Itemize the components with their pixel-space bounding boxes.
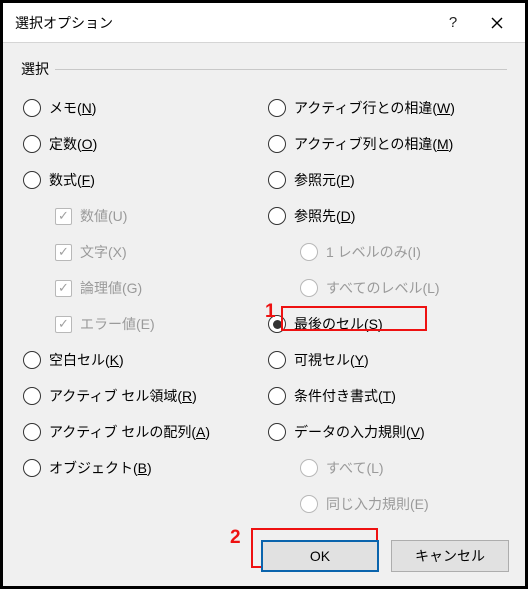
radio-icon [268,135,286,153]
radio-depdst[interactable]: 参照先(D) [266,199,507,233]
ok-button[interactable]: OK [261,540,379,572]
label-condfmt: 条件付き書式(T) [294,386,396,406]
radio-icon [268,99,286,117]
check-num: 数値(U) [21,199,262,233]
content: 選択 メモ(N) 定数(O) 数式(F) [3,43,525,521]
radio-icon [23,387,41,405]
help-button[interactable]: ? [431,4,475,42]
label-object: オブジェクト(B) [49,458,152,478]
radio-icon [23,351,41,369]
check-logic: 論理値(G) [21,271,262,305]
label-same: 同じ入力規則(E) [326,494,429,514]
label-error: エラー値(E) [80,314,155,334]
close-icon [491,17,503,29]
radio-icon [300,279,318,297]
radio-condfmt[interactable]: 条件付き書式(T) [266,379,507,413]
label-depdst: 参照先(D) [294,206,355,226]
radio-rowdiff[interactable]: アクティブ行との相違(W) [266,91,507,125]
radio-icon [268,315,286,333]
radio-icon [300,243,318,261]
radio-coldiff[interactable]: アクティブ列との相違(M) [266,127,507,161]
label-logic: 論理値(G) [80,278,142,298]
check-icon [55,208,72,225]
label-lastcell: 最後のセル(S) [294,314,383,334]
dialog: 選択オプション ? 選択 メモ(N) 定数(O) [3,3,525,586]
titlebar: 選択オプション ? [3,3,525,43]
radio-icon [23,171,41,189]
label-memo: メモ(N) [49,98,96,118]
label-region: アクティブ セル領域(R) [49,386,197,406]
radio-icon [268,387,286,405]
radio-memo[interactable]: メモ(N) [21,91,262,125]
label-const: 定数(O) [49,134,97,154]
radio-icon [268,171,286,189]
left-column: メモ(N) 定数(O) 数式(F) 数値(U) [21,91,262,521]
label-text: 文字(X) [80,242,127,262]
radio-visible[interactable]: 可視セル(Y) [266,343,507,377]
radio-icon [23,135,41,153]
radio-icon [23,99,41,117]
label-visible: 可視セル(Y) [294,350,369,370]
radio-icon [23,423,41,441]
radio-icon [268,351,286,369]
label-num: 数値(U) [80,206,127,226]
check-error: エラー値(E) [21,307,262,341]
radio-icon [300,459,318,477]
label-lvl1: 1 レベルのみ(I) [326,242,421,262]
label-coldiff: アクティブ列との相違(M) [294,134,453,154]
radio-all: すべて(L) [266,451,507,485]
radio-validation[interactable]: データの入力規則(V) [266,415,507,449]
marker-2: 2 [230,527,241,549]
radio-blank[interactable]: 空白セル(K) [21,343,262,377]
select-group: 選択 メモ(N) 定数(O) 数式(F) [21,59,507,521]
dialog-title: 選択オプション [15,13,431,33]
label-blank: 空白セル(K) [49,350,124,370]
label-all: すべて(L) [326,458,384,478]
label-formula: 数式(F) [49,170,95,190]
label-precsrc: 参照元(P) [294,170,355,190]
check-icon [55,316,72,333]
group-legend: 選択 [21,59,55,79]
radio-lastcell[interactable]: 最後のセル(S) [266,307,507,341]
label-validation: データの入力規則(V) [294,422,425,442]
label-rowdiff: アクティブ行との相違(W) [294,98,455,118]
radio-same: 同じ入力規則(E) [266,487,507,521]
radio-array[interactable]: アクティブ セルの配列(A) [21,415,262,449]
button-row: OK キャンセル [261,540,509,572]
close-button[interactable] [475,4,519,42]
right-column: アクティブ行との相違(W) アクティブ列との相違(M) 参照元(P) 参照先(D… [266,91,507,521]
radio-formula[interactable]: 数式(F) [21,163,262,197]
radio-icon [268,207,286,225]
cancel-button[interactable]: キャンセル [391,540,509,572]
radio-lvl1: 1 レベルのみ(I) [266,235,507,269]
radio-icon [23,459,41,477]
check-icon [55,280,72,297]
radio-const[interactable]: 定数(O) [21,127,262,161]
radio-region[interactable]: アクティブ セル領域(R) [21,379,262,413]
label-array: アクティブ セルの配列(A) [49,422,210,442]
check-text: 文字(X) [21,235,262,269]
radio-icon [268,423,286,441]
radio-precsrc[interactable]: 参照元(P) [266,163,507,197]
label-alllvl: すべてのレベル(L) [326,278,440,298]
radio-alllvl: すべてのレベル(L) [266,271,507,305]
radio-object[interactable]: オブジェクト(B) [21,451,262,485]
radio-icon [300,495,318,513]
check-icon [55,244,72,261]
